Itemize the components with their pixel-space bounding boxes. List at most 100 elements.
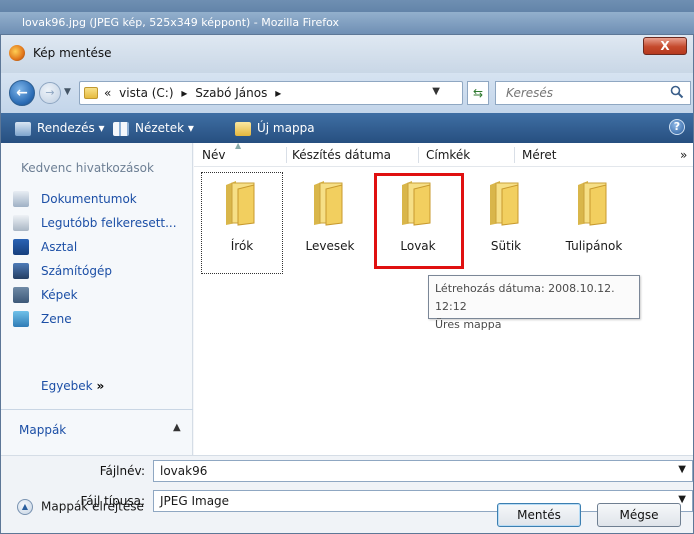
- views-label: Nézetek ▾: [135, 121, 194, 135]
- address-bar[interactable]: « vista (C:) ▸ Szabó János ▸ ▼: [79, 81, 463, 105]
- forward-button[interactable]: →: [39, 82, 61, 104]
- command-toolbar: Rendezés ▾ Nézetek ▾ Új mappa ?: [1, 113, 693, 143]
- refresh-icon[interactable]: ⇆: [467, 81, 489, 105]
- save-image-dialog: Kép mentése X ← → ▼ « vista (C:) ▸ Szabó…: [0, 34, 694, 534]
- sidebar-item-label: Legutóbb felkeresett...: [41, 216, 177, 230]
- views-icon: [113, 121, 129, 136]
- file-list[interactable]: Név ▲ Készítés dátuma Címkék Méret » Író…: [194, 141, 693, 455]
- folder-label: Tulipánok: [565, 239, 623, 253]
- column-header-tags[interactable]: Címkék: [426, 148, 470, 162]
- chevron-up-icon: ▲: [17, 499, 33, 515]
- documents-icon: [13, 191, 29, 207]
- address-row: ← → ▼ « vista (C:) ▸ Szabó János ▸ ▼ ⇆: [1, 73, 693, 113]
- more-links-chevron-icon: »: [96, 379, 105, 393]
- column-separator[interactable]: [514, 147, 515, 163]
- sidebar-item-music[interactable]: Zene: [13, 307, 177, 331]
- organize-icon: [15, 121, 31, 136]
- folder-icon: [490, 181, 519, 226]
- highlight-annotation: [374, 173, 464, 269]
- sort-arrow-icon: ▲: [235, 141, 242, 150]
- folder-icon: [84, 87, 98, 99]
- firefox-window-title: lovak96.jpg (JPEG kép, 525x349 képpont) …: [0, 12, 694, 34]
- save-form: Fájlnév: lovak96 ▼ Fájl típusa: JPEG Ima…: [1, 455, 693, 533]
- folder-icon: [226, 181, 255, 226]
- new-folder-label: Új mappa: [257, 121, 315, 135]
- hide-folders-label: Mappák elrejtése: [41, 499, 144, 514]
- tooltip-created-date: Létrehozás dátuma: 2008.10.12. 12:12: [435, 282, 615, 313]
- chevron-up-icon[interactable]: ▲: [173, 422, 181, 433]
- divider: [1, 409, 193, 410]
- new-folder-icon: [235, 121, 251, 136]
- sidebar-item-computer[interactable]: Számítógép: [13, 259, 177, 283]
- favorite-links-header: Kedvenc hivatkozások: [21, 161, 154, 175]
- folder-label: Írók: [230, 239, 254, 253]
- folder-icon: [578, 181, 607, 226]
- back-button[interactable]: ←: [9, 80, 35, 106]
- column-headers: Név ▲ Készítés dátuma Címkék Méret »: [194, 141, 693, 167]
- help-icon[interactable]: ?: [669, 119, 685, 135]
- history-dropdown-icon[interactable]: ▼: [64, 87, 76, 99]
- breadcrumb-item-user[interactable]: Szabó János: [195, 86, 267, 100]
- column-header-size[interactable]: Méret: [522, 148, 557, 162]
- breadcrumb: « vista (C:) ▸ Szabó János ▸: [104, 86, 285, 100]
- dialog-titlebar[interactable]: Kép mentése X: [1, 35, 693, 73]
- folders-pane-label[interactable]: Mappák: [19, 423, 66, 437]
- more-links[interactable]: Egyebek »: [41, 379, 104, 393]
- folder-label: Sütik: [490, 239, 522, 253]
- sidebar-item-label: Zene: [41, 312, 72, 326]
- more-links-label: Egyebek: [41, 379, 93, 393]
- filename-field[interactable]: lovak96 ▼: [153, 460, 693, 482]
- sidebar-item-label: Számítógép: [41, 264, 112, 278]
- views-menu[interactable]: Nézetek ▾: [113, 121, 194, 136]
- organize-menu[interactable]: Rendezés ▾: [15, 121, 105, 136]
- folder-icon: [314, 181, 343, 226]
- search-box[interactable]: [495, 81, 691, 105]
- desktop-icon: [13, 239, 29, 255]
- music-icon: [13, 311, 29, 327]
- folder-item-sutik[interactable]: Sütik: [466, 173, 546, 273]
- pictures-icon: [13, 287, 29, 303]
- breadcrumb-overflow[interactable]: «: [104, 86, 111, 100]
- filetype-value: JPEG Image: [160, 494, 230, 508]
- breadcrumb-separator-icon[interactable]: ▸: [181, 86, 187, 100]
- sidebar-item-desktop[interactable]: Asztal: [13, 235, 177, 259]
- search-input[interactable]: [504, 85, 684, 101]
- sidebar-item-label: Képek: [41, 288, 78, 302]
- folder-item-irok[interactable]: Írók: [201, 172, 283, 274]
- close-button[interactable]: X: [643, 37, 687, 55]
- navigation-pane: Kedvenc hivatkozások Dokumentumok Legutó…: [1, 143, 193, 455]
- recent-places-icon: [13, 215, 29, 231]
- hide-folders-toggle[interactable]: ▲ Mappák elrejtése: [17, 499, 144, 515]
- folder-tooltip: Létrehozás dátuma: 2008.10.12. 12:12 Üre…: [428, 275, 640, 331]
- sidebar-item-label: Dokumentumok: [41, 192, 137, 206]
- sidebar-item-documents[interactable]: Dokumentumok: [13, 187, 177, 211]
- breadcrumb-item-drive[interactable]: vista (C:): [119, 86, 173, 100]
- background-firefox-window: lovak96.jpg (JPEG kép, 525x349 képpont) …: [0, 0, 694, 34]
- folder-label: Levesek: [305, 239, 355, 253]
- search-icon[interactable]: [670, 85, 684, 99]
- chevron-down-icon[interactable]: ▼: [678, 464, 686, 475]
- sidebar-item-pictures[interactable]: Képek: [13, 283, 177, 307]
- chevron-down-icon[interactable]: ▼: [432, 86, 440, 97]
- organize-label: Rendezés ▾: [37, 121, 105, 135]
- new-folder-button[interactable]: Új mappa: [235, 121, 315, 136]
- filename-label: Fájlnév:: [99, 464, 145, 478]
- column-separator[interactable]: [418, 147, 419, 163]
- dialog-title: Kép mentése: [33, 46, 112, 60]
- cancel-button[interactable]: Mégse: [597, 503, 681, 527]
- column-separator[interactable]: [286, 147, 287, 163]
- tooltip-empty-folder: Üres mappa: [435, 318, 502, 331]
- folder-item-levesek[interactable]: Levesek: [290, 173, 370, 273]
- computer-icon: [13, 263, 29, 279]
- column-header-date[interactable]: Készítés dátuma: [292, 148, 391, 162]
- firefox-icon: [9, 45, 25, 61]
- filename-value: lovak96: [160, 464, 208, 478]
- favorite-links-list: Dokumentumok Legutóbb felkeresett... Asz…: [13, 187, 177, 331]
- sidebar-item-label: Asztal: [41, 240, 78, 254]
- save-button[interactable]: Mentés: [497, 503, 581, 527]
- column-header-name[interactable]: Név: [202, 148, 225, 162]
- sidebar-item-recent-places[interactable]: Legutóbb felkeresett...: [13, 211, 177, 235]
- breadcrumb-separator-icon[interactable]: ▸: [275, 86, 281, 100]
- more-columns-icon[interactable]: »: [680, 148, 687, 162]
- folder-item-tulipanok[interactable]: Tulipánok: [554, 173, 634, 273]
